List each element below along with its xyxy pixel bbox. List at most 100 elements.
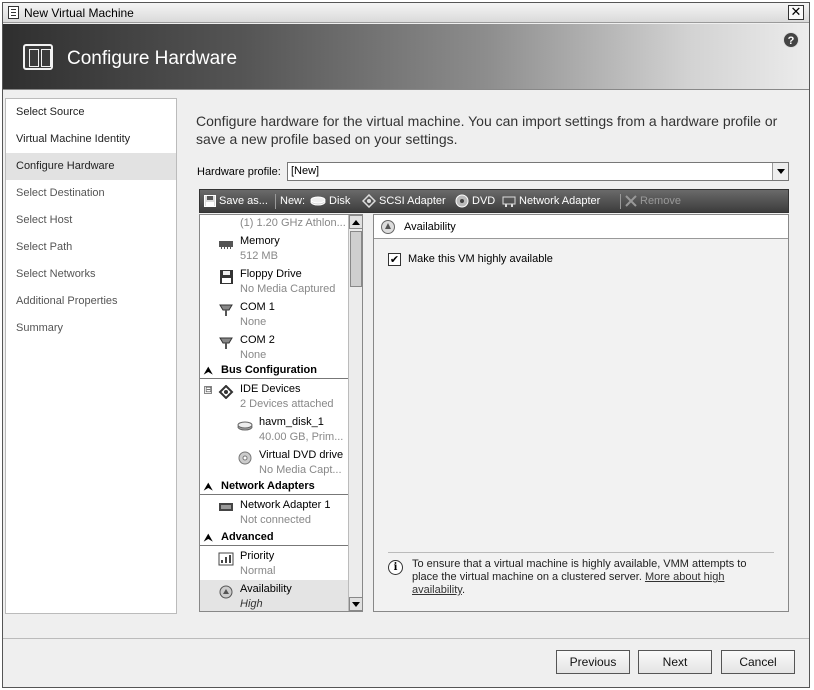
new-disk-button[interactable]: Disk bbox=[310, 190, 350, 212]
tree-item-sub: None bbox=[240, 349, 267, 361]
disk-icon bbox=[237, 421, 253, 431]
disk-icon bbox=[310, 196, 326, 206]
hardware-icon bbox=[23, 44, 53, 70]
close-button[interactable]: ✕ bbox=[788, 5, 804, 20]
tree-item-label: COM 1 bbox=[240, 301, 275, 313]
dvd-icon bbox=[455, 194, 469, 208]
availability-icon bbox=[381, 220, 395, 234]
nav-item-configure-hardware[interactable]: Configure Hardware bbox=[6, 153, 176, 180]
group-label: Advanced bbox=[221, 531, 274, 543]
nav-item-additional-properties[interactable]: Additional Properties bbox=[6, 288, 176, 315]
memory-icon bbox=[219, 241, 233, 249]
new-label: New: bbox=[280, 195, 306, 207]
scroll-thumb[interactable] bbox=[350, 231, 362, 287]
network-adapter-label: Network Adapter bbox=[519, 195, 601, 207]
scroll-down-button[interactable] bbox=[349, 597, 362, 611]
tree-item-virtual-dvd[interactable]: Virtual DVD drive No Media Capt... bbox=[200, 446, 348, 479]
wizard-window: New Virtual Machine ✕ Configure Hardware… bbox=[2, 2, 810, 688]
group-advanced[interactable]: ⮝ Advanced bbox=[200, 530, 348, 546]
chevron-down-icon[interactable] bbox=[772, 163, 788, 180]
nav-item-select-networks[interactable]: Select Networks bbox=[6, 261, 176, 288]
tree-item-processor[interactable]: (1) 1.20 GHz Athlon... bbox=[200, 215, 348, 232]
tree-item-network-adapter[interactable]: Network Adapter 1 Not connected bbox=[200, 496, 348, 529]
high-availability-label[interactable]: Make this VM highly available bbox=[408, 253, 553, 265]
previous-button[interactable]: Previous bbox=[556, 650, 630, 674]
tree-item-availability[interactable]: Availability High bbox=[200, 580, 348, 611]
tree-item-label: Availability bbox=[240, 583, 292, 595]
group-bus-configuration[interactable]: ⮝ Bus Configuration bbox=[200, 363, 348, 379]
toolbar-divider bbox=[275, 194, 276, 209]
scsi-adapter-label: SCSI Adapter bbox=[379, 195, 446, 207]
new-dvd-button[interactable]: DVD bbox=[455, 190, 495, 212]
tree-item-virtual-disk[interactable]: havm_disk_1 40.00 GB, Prim... bbox=[200, 413, 348, 446]
high-availability-checkbox[interactable]: ✔ bbox=[388, 253, 401, 266]
tree-item-label: Floppy Drive bbox=[240, 268, 302, 280]
tree-item-priority[interactable]: Priority Normal bbox=[200, 547, 348, 580]
tree-item-sub: Not connected bbox=[240, 514, 311, 526]
network-adapter-icon bbox=[219, 503, 233, 511]
page-title: Configure Hardware bbox=[67, 48, 238, 69]
help-icon[interactable]: ? bbox=[783, 32, 799, 48]
nav-item-select-source[interactable]: Select Source bbox=[6, 99, 176, 126]
com-port-icon bbox=[219, 337, 233, 349]
header-banner: Configure Hardware ? bbox=[3, 24, 809, 90]
tree-item-label: Priority bbox=[240, 550, 275, 562]
nav-item-vm-identity[interactable]: Virtual Machine Identity bbox=[6, 126, 176, 153]
tree-item-label: COM 2 bbox=[240, 334, 275, 346]
hardware-toolbar: Save as... New: Disk SCSI Adapter DVD Ne… bbox=[199, 189, 789, 213]
details-title: Availability bbox=[404, 221, 456, 233]
tree-item-memory[interactable]: Memory 512 MB bbox=[200, 232, 348, 265]
tree-item-sub: High bbox=[240, 598, 263, 610]
scroll-up-button[interactable] bbox=[349, 215, 362, 229]
tree-item-label: Network Adapter 1 bbox=[240, 499, 331, 511]
tree-item-sub: 40.00 GB, Prim... bbox=[259, 431, 344, 443]
dvd-label: DVD bbox=[472, 195, 496, 207]
new-network-adapter-button[interactable]: Network Adapter bbox=[502, 190, 600, 212]
new-scsi-adapter-button[interactable]: SCSI Adapter bbox=[362, 190, 446, 212]
tree-item-sub: None bbox=[240, 316, 267, 328]
save-as-button[interactable]: Save as... bbox=[204, 190, 268, 212]
info-text: To ensure that a virtual machine is high… bbox=[412, 558, 772, 597]
nav-item-select-destination[interactable]: Select Destination bbox=[6, 180, 176, 207]
priority-icon bbox=[218, 552, 234, 566]
wizard-nav: Select Source Virtual Machine Identity C… bbox=[5, 98, 177, 614]
tree-item-sub: 512 MB bbox=[240, 250, 278, 262]
hardware-profile-value: [New] bbox=[291, 165, 320, 177]
tree-item-sub: 2 Devices attached bbox=[240, 398, 334, 410]
nav-item-select-path[interactable]: Select Path bbox=[6, 234, 176, 261]
com-port-icon bbox=[219, 304, 233, 316]
hardware-tree[interactable]: (1) 1.20 GHz Athlon... Memory 512 MB Flo… bbox=[199, 214, 363, 612]
collapse-chevron-icon[interactable]: ⮝ bbox=[204, 531, 213, 546]
tree-item-sub: Normal bbox=[240, 565, 276, 577]
info-divider bbox=[388, 552, 774, 553]
tree-item-com1[interactable]: COM 1 None bbox=[200, 298, 348, 331]
title-bar: New Virtual Machine ✕ bbox=[3, 3, 809, 23]
tree-item-sub: No Media Captured bbox=[240, 283, 336, 295]
tree-expander-icon[interactable]: ⊟ bbox=[204, 386, 212, 394]
nav-item-summary[interactable]: Summary bbox=[6, 315, 176, 342]
tree-item-ide-devices[interactable]: ⊟ IDE Devices 2 Devices attached bbox=[200, 380, 348, 413]
remove-label: Remove bbox=[640, 195, 681, 207]
collapse-chevron-icon[interactable]: ⮝ bbox=[204, 480, 213, 495]
intro-text: Configure hardware for the virtual machi… bbox=[196, 113, 778, 147]
hardware-profile-select[interactable]: [New] bbox=[287, 162, 789, 181]
tree-scrollbar[interactable] bbox=[348, 215, 362, 611]
floppy-icon bbox=[220, 270, 233, 284]
tree-item-label: havm_disk_1 bbox=[259, 416, 324, 428]
nav-item-select-host[interactable]: Select Host bbox=[6, 207, 176, 234]
group-label: Network Adapters bbox=[221, 480, 315, 492]
group-network-adapters[interactable]: ⮝ Network Adapters bbox=[200, 479, 348, 495]
network-adapter-icon bbox=[502, 196, 516, 208]
tree-item-com2[interactable]: COM 2 None bbox=[200, 331, 348, 364]
disk-label: Disk bbox=[329, 195, 351, 207]
cancel-button[interactable]: Cancel bbox=[721, 650, 795, 674]
tree-item-sub: (1) 1.20 GHz Athlon... bbox=[240, 217, 346, 229]
save-as-label: Save as... bbox=[219, 195, 268, 207]
main-panel: Configure hardware for the virtual machi… bbox=[183, 98, 805, 618]
window-icon bbox=[8, 6, 19, 19]
collapse-chevron-icon[interactable]: ⮝ bbox=[204, 364, 213, 379]
remove-button[interactable]: Remove bbox=[625, 190, 681, 212]
tree-item-floppy[interactable]: Floppy Drive No Media Captured bbox=[200, 265, 348, 298]
next-button[interactable]: Next bbox=[638, 650, 712, 674]
toolbar-divider bbox=[620, 194, 621, 209]
